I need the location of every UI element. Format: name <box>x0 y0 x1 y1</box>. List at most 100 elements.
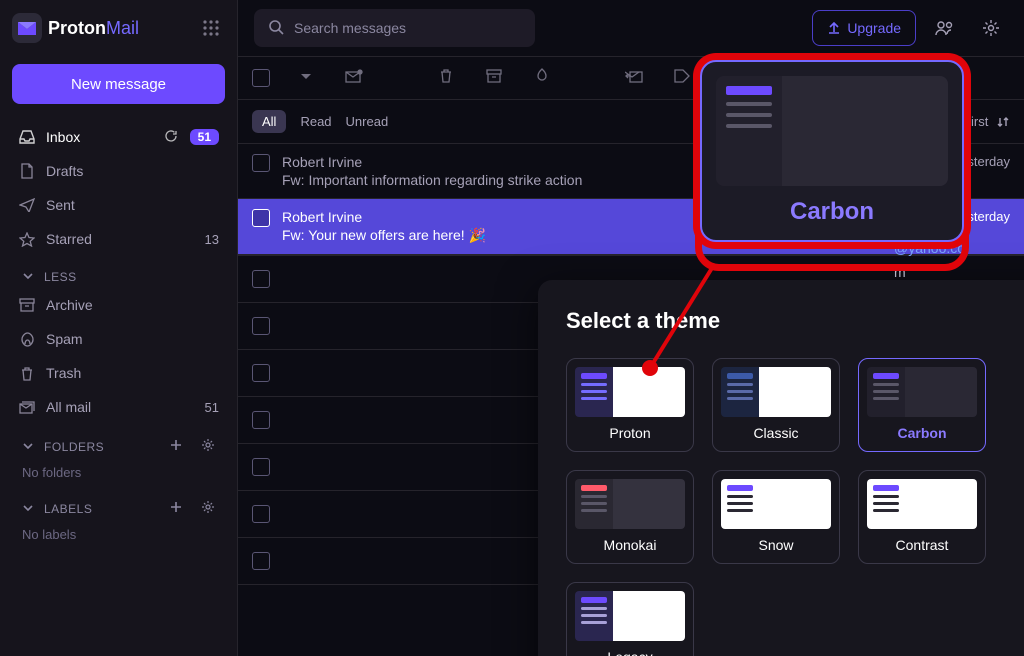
theme-classic[interactable]: Classic <box>712 358 840 452</box>
theme-label: Monokai <box>575 537 685 553</box>
sidebar-item-label: Trash <box>46 365 81 381</box>
app-logo[interactable]: ProtonMail <box>12 13 139 43</box>
search-bar: Search messages Upgrade <box>238 0 1024 56</box>
sent-icon <box>18 196 36 214</box>
new-message-button[interactable]: New message <box>12 64 225 104</box>
sidebar-item-label: Drafts <box>46 163 83 179</box>
theme-proton[interactable]: Proton <box>566 358 694 452</box>
sidebar: ProtonMail New message Inbox 51 Drafts <box>0 0 238 656</box>
sidebar-item-allmail[interactable]: All mail 51 <box>8 390 229 424</box>
add-label-icon[interactable] <box>169 500 183 517</box>
message-checkbox[interactable] <box>252 364 270 382</box>
chevron-down-icon <box>22 440 36 454</box>
sidebar-item-label: Starred <box>46 231 92 247</box>
labels-empty-text: No labels <box>8 521 229 548</box>
message-checkbox[interactable] <box>252 209 270 227</box>
theme-label: Proton <box>575 425 685 441</box>
sidebar-folders-header[interactable]: FOLDERS <box>8 424 229 459</box>
drafts-icon <box>18 162 36 180</box>
settings-icon[interactable] <box>974 11 1008 45</box>
refresh-icon[interactable] <box>164 129 180 145</box>
message-checkbox[interactable] <box>252 505 270 523</box>
upgrade-button[interactable]: Upgrade <box>812 10 916 46</box>
app-switcher-icon[interactable] <box>197 14 225 42</box>
upgrade-icon <box>827 20 841 37</box>
message-checkbox[interactable] <box>252 552 270 570</box>
sidebar-item-sent[interactable]: Sent <box>8 188 229 222</box>
sidebar-labels-header[interactable]: LABELS <box>8 486 229 521</box>
search-icon <box>268 19 284 38</box>
message-checkbox[interactable] <box>252 317 270 335</box>
callout-label: Carbon <box>716 198 948 226</box>
labels-title: LABELS <box>44 502 92 516</box>
sidebar-item-label: All mail <box>46 399 91 415</box>
theme-carbon[interactable]: Carbon <box>858 358 986 452</box>
chevron-down-icon <box>22 270 36 284</box>
theme-label: Carbon <box>867 425 977 441</box>
sidebar-item-inbox[interactable]: Inbox 51 <box>8 120 229 154</box>
sidebar-item-label: Spam <box>46 331 83 347</box>
app-name: ProtonMail <box>48 18 139 39</box>
app-root: ProtonMail New message Inbox 51 Drafts <box>0 0 1024 656</box>
theme-modal: Select a theme Proton Classic Carbon <box>538 280 1024 656</box>
theme-contrast[interactable]: Contrast <box>858 470 986 564</box>
message-checkbox[interactable] <box>252 154 270 172</box>
theme-snow[interactable]: Snow <box>712 470 840 564</box>
contacts-icon[interactable] <box>928 11 962 45</box>
sidebar-less-toggle[interactable]: LESS <box>8 256 229 288</box>
star-icon <box>18 230 36 248</box>
spam-icon[interactable] <box>530 68 554 89</box>
message-checkbox[interactable] <box>252 270 270 288</box>
add-folder-icon[interactable] <box>169 438 183 455</box>
inbox-icon <box>18 128 36 146</box>
theme-label: Snow <box>721 537 831 553</box>
upgrade-label: Upgrade <box>847 20 901 36</box>
theme-monokai[interactable]: Monokai <box>566 470 694 564</box>
theme-label: Classic <box>721 425 831 441</box>
theme-label: Legacy <box>575 649 685 656</box>
mark-read-icon[interactable] <box>342 69 366 88</box>
search-placeholder: Search messages <box>294 20 406 36</box>
filter-read[interactable]: Read <box>300 114 331 129</box>
theme-label: Contrast <box>867 537 977 553</box>
folders-empty-text: No folders <box>8 459 229 486</box>
sidebar-item-label: Sent <box>46 197 75 213</box>
sidebar-item-count: 51 <box>205 400 219 415</box>
sidebar-item-label: Inbox <box>46 129 80 145</box>
sidebar-item-label: Archive <box>46 297 93 313</box>
sidebar-less-label: LESS <box>44 270 77 284</box>
label-icon[interactable] <box>670 69 694 88</box>
sidebar-top: ProtonMail <box>0 0 237 56</box>
message-checkbox[interactable] <box>252 458 270 476</box>
modal-title: Select a theme <box>566 308 1024 334</box>
filter-all[interactable]: All <box>252 110 286 133</box>
sidebar-item-starred[interactable]: Starred 13 <box>8 222 229 256</box>
theme-grid: Proton Classic Carbon Monokai Snow <box>566 358 1024 656</box>
archive-icon[interactable] <box>482 69 506 88</box>
label-settings-icon[interactable] <box>201 500 215 517</box>
sidebar-item-drafts[interactable]: Drafts <box>8 154 229 188</box>
inbox-count-badge: 51 <box>190 129 219 145</box>
allmail-icon <box>18 398 36 416</box>
search-input[interactable]: Search messages <box>254 9 535 47</box>
archive-icon <box>18 296 36 314</box>
select-all-checkbox[interactable] <box>252 69 270 87</box>
callout-preview <box>716 76 948 186</box>
folders-title: FOLDERS <box>44 440 104 454</box>
sidebar-item-count: 13 <box>205 232 219 247</box>
message-checkbox[interactable] <box>252 411 270 429</box>
sidebar-item-trash[interactable]: Trash <box>8 356 229 390</box>
sidebar-nav: Inbox 51 Drafts Sent Starred 13 <box>0 120 237 548</box>
theme-legacy[interactable]: Legacy <box>566 582 694 656</box>
main-area: Search messages Upgrade All Read <box>238 0 1024 656</box>
move-icon[interactable] <box>622 69 646 88</box>
trash-icon[interactable] <box>434 68 458 88</box>
folder-settings-icon[interactable] <box>201 438 215 455</box>
sidebar-item-spam[interactable]: Spam <box>8 322 229 356</box>
filter-unread[interactable]: Unread <box>346 114 389 129</box>
sidebar-item-archive[interactable]: Archive <box>8 288 229 322</box>
chevron-down-icon[interactable] <box>294 69 318 87</box>
theme-callout: Carbon <box>700 60 964 242</box>
spam-icon <box>18 330 36 348</box>
chevron-down-icon <box>22 502 36 516</box>
